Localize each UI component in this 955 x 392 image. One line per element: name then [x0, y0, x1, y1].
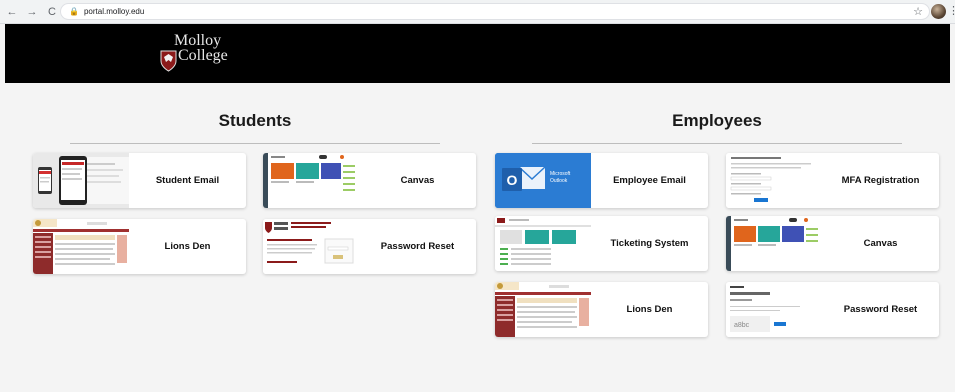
tile-employee-password-reset[interactable]: a8bc Password Reset [726, 282, 939, 337]
student-email-label[interactable]: Student Email [129, 153, 246, 208]
tile-student-lions-den[interactable]: Lions Den [33, 219, 246, 274]
tile-mfa-registration[interactable]: MFA Registration [726, 153, 939, 208]
student-canvas-label[interactable]: Canvas [359, 153, 476, 208]
address-bar[interactable]: 🔒 portal.molloy.edu ☆ [60, 3, 930, 20]
student-password-reset-label[interactable]: Password Reset [359, 219, 476, 274]
forward-icon[interactable]: → [24, 4, 40, 20]
tile-employee-email[interactable]: O Microsoft Outlook Employee Email [495, 153, 708, 208]
employee-email-label[interactable]: Employee Email [591, 153, 708, 208]
employees-divider [532, 143, 902, 144]
employee-canvas-thumbnail [726, 216, 822, 271]
employee-canvas-label[interactable]: Canvas [822, 216, 939, 271]
employee-password-reset-thumbnail: a8bc [726, 282, 822, 337]
employee-password-reset-label[interactable]: Password Reset [822, 282, 939, 337]
site-header [5, 24, 950, 83]
svg-text:O: O [507, 172, 518, 188]
students-divider [70, 143, 440, 144]
students-heading: Students [218, 111, 292, 130]
tile-employee-canvas[interactable]: Canvas [726, 216, 939, 271]
student-canvas-thumbnail [263, 153, 359, 208]
employee-lions-den-label[interactable]: Lions Den [591, 282, 708, 337]
lock-icon: 🔒 [69, 7, 79, 16]
mfa-registration-thumbnail [726, 153, 822, 208]
employees-heading: Employees [672, 111, 762, 130]
browser-toolbar: ← → C 🔒 portal.molloy.edu ☆ ⋮ [0, 0, 955, 24]
profile-avatar[interactable] [931, 4, 946, 19]
student-lions-den-thumbnail [33, 219, 129, 274]
tile-student-password-reset[interactable]: Password Reset [263, 219, 476, 274]
tile-ticketing-system[interactable]: Ticketing System [495, 216, 708, 271]
college-shield-icon [160, 50, 177, 72]
outlook-brand-text-1: Microsoft [550, 171, 571, 177]
outlook-brand-text-2: Outlook [550, 178, 568, 184]
back-icon[interactable]: ← [4, 4, 20, 20]
tile-employee-lions-den[interactable]: Lions Den [495, 282, 708, 337]
tile-student-email[interactable]: Student Email [33, 153, 246, 208]
student-email-thumbnail [33, 153, 129, 208]
tile-student-canvas[interactable]: Canvas [263, 153, 476, 208]
employee-lions-den-thumbnail [495, 282, 591, 337]
mfa-registration-label[interactable]: MFA Registration [822, 153, 939, 208]
svg-text:a8bc: a8bc [734, 322, 750, 329]
address-url[interactable]: portal.molloy.edu [84, 7, 144, 16]
ticketing-system-label[interactable]: Ticketing System [591, 216, 708, 271]
logo-text-college[interactable]: College [178, 47, 228, 65]
browser-menu-icon[interactable]: ⋮ [948, 4, 955, 18]
student-lions-den-label[interactable]: Lions Den [129, 219, 246, 274]
ticketing-system-thumbnail [495, 216, 591, 271]
outlook-icon: O [495, 153, 591, 208]
student-password-reset-thumbnail [263, 219, 359, 274]
bookmark-star-icon[interactable]: ☆ [913, 5, 923, 18]
reload-icon[interactable]: C [44, 4, 60, 20]
employee-email-thumbnail: O Microsoft Outlook [495, 153, 591, 208]
